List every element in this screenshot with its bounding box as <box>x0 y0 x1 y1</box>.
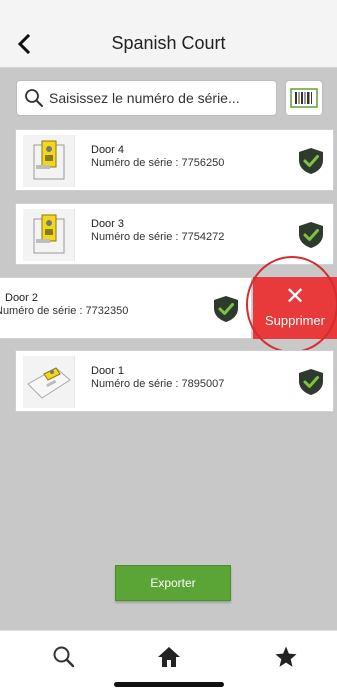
tab-favorites[interactable] <box>266 641 306 673</box>
tab-home[interactable] <box>149 641 189 673</box>
shield-check-icon <box>299 148 323 174</box>
door-list-item[interactable]: Door 4 Numéro de série : 7756250 <box>15 129 334 191</box>
chevron-left-icon <box>17 34 31 54</box>
door-serial: Numéro de série : 7732350 <box>0 305 129 317</box>
door-lock-thumbnail <box>23 356 75 408</box>
door-lock-thumbnail <box>23 209 75 261</box>
home-icon <box>158 647 180 667</box>
door-name: Door 3 <box>91 218 125 230</box>
star-icon <box>275 646 297 667</box>
door-serial: Numéro de série : 7895007 <box>91 378 225 390</box>
search-icon <box>19 80 49 116</box>
page-title: Spanish Court <box>111 33 226 53</box>
door-name: Door 2 <box>5 292 39 304</box>
search-bar <box>0 69 337 126</box>
door-list-item-swiped[interactable]: Door 2 Numéro de série : 7732350 <box>0 277 252 339</box>
shield-check-icon <box>299 369 323 395</box>
export-button[interactable]: Exporter <box>115 565 231 601</box>
app-screen: Spanish Court Saisissez le numéro de sér… <box>0 0 337 691</box>
door-name: Door 4 <box>91 144 125 156</box>
search-field[interactable] <box>16 80 277 116</box>
highlight-circle <box>246 256 337 353</box>
door-serial: Numéro de série : 7754272 <box>91 231 225 243</box>
status-bar <box>0 0 337 20</box>
door-list-item[interactable]: Door 1 Numéro de série : 7895007 <box>15 350 334 412</box>
door-lock-thumbnail <box>23 135 75 187</box>
door-serial: Numéro de série : 7756250 <box>91 157 225 169</box>
barcode-icon <box>290 88 318 108</box>
search-input[interactable] <box>49 90 274 106</box>
shield-check-icon <box>299 222 323 248</box>
shield-check-icon <box>214 296 238 322</box>
tab-bar <box>0 630 337 691</box>
back-button[interactable] <box>10 30 38 58</box>
tab-search[interactable] <box>44 641 84 673</box>
barcode-scan-button[interactable] <box>285 80 323 116</box>
navigation-bar: Spanish Court <box>0 20 337 68</box>
home-indicator <box>114 682 224 687</box>
door-name: Door 1 <box>91 365 125 377</box>
search-icon <box>53 646 75 668</box>
